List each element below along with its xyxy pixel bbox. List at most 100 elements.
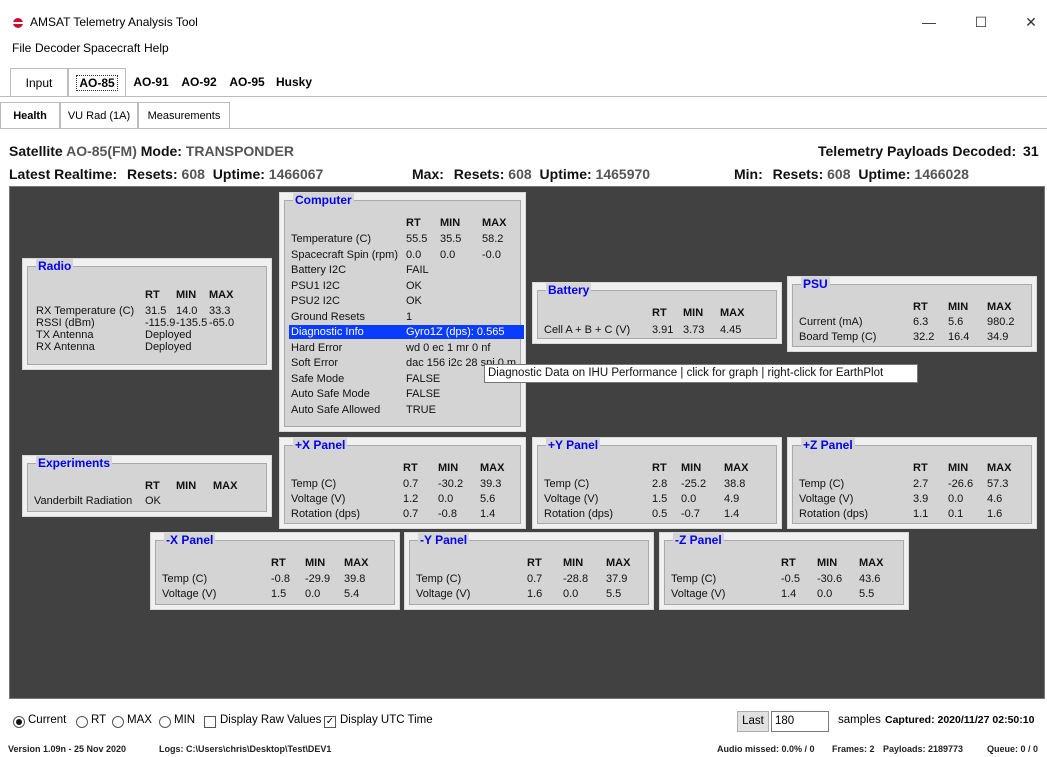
last-button[interactable]: Last — [737, 711, 769, 732]
rt-value[interactable]: FALSE — [406, 388, 440, 400]
tab-measurements[interactable]: Measurements — [138, 102, 230, 128]
rt-value[interactable]: OK — [406, 295, 422, 307]
close-button[interactable]: ✕ — [1016, 10, 1046, 34]
menu-file[interactable]: File — [12, 41, 31, 55]
menu-decoder[interactable]: Decoder — [35, 41, 80, 55]
min-value[interactable]: 3.73 — [683, 324, 704, 336]
rt-value[interactable]: -0.8 — [271, 573, 290, 585]
maximize-button[interactable]: ☐ — [966, 10, 996, 34]
max-value[interactable]: 4.45 — [720, 324, 741, 336]
max-value[interactable]: -0.0 — [482, 249, 501, 261]
rt-value[interactable]: OK — [406, 280, 422, 292]
max-value[interactable]: 1.4 — [480, 508, 495, 520]
rt-value[interactable]: 3.9 — [913, 493, 928, 505]
min-value[interactable]: 0.0 — [817, 588, 832, 600]
samples-input[interactable]: 180 — [771, 711, 829, 732]
min-value[interactable]: 35.5 — [440, 233, 461, 245]
max-value[interactable]: 4.9 — [724, 493, 739, 505]
max-value[interactable]: 4.6 — [987, 493, 1002, 505]
tab-husky[interactable]: Husky — [272, 68, 316, 96]
min-value[interactable]: -28.8 — [563, 573, 588, 585]
max-value[interactable]: 33.3 — [209, 305, 230, 317]
min-value[interactable]: 0.0 — [563, 588, 578, 600]
min-value[interactable]: -30.6 — [817, 573, 842, 585]
display-utc-checkbox[interactable]: ✓ — [324, 716, 336, 728]
min-value[interactable]: 0.1 — [948, 508, 963, 520]
min-value[interactable]: 5.6 — [948, 316, 963, 328]
tab-health[interactable]: Health — [0, 102, 60, 128]
rt-value[interactable]: 32.2 — [913, 331, 934, 343]
min-value[interactable]: -0.8 — [438, 508, 457, 520]
max-value[interactable]: 5.5 — [606, 588, 621, 600]
min-value[interactable]: 14.0 — [176, 305, 197, 317]
tab-vu-rad[interactable]: VU Rad (1A) — [60, 102, 138, 128]
rt-value[interactable]: FAIL — [406, 264, 429, 276]
rt-value[interactable]: 1.5 — [652, 493, 667, 505]
rt-value[interactable]: 2.8 — [652, 478, 667, 490]
rt-value[interactable]: OK — [145, 495, 161, 507]
radio-current[interactable] — [13, 716, 25, 728]
rt-value[interactable]: 55.5 — [406, 233, 427, 245]
tab-ao-85[interactable]: AO-85 — [68, 68, 126, 96]
rt-value[interactable]: Gyro1Z (dps): 0.565 — [406, 326, 504, 338]
max-value[interactable]: 5.4 — [344, 588, 359, 600]
max-value[interactable]: 38.8 — [724, 478, 745, 490]
radio-max[interactable] — [112, 716, 124, 728]
tab-ao-91[interactable]: AO-91 — [128, 68, 174, 96]
max-value[interactable]: 37.9 — [606, 573, 627, 585]
rt-value[interactable]: 1.6 — [527, 588, 542, 600]
rt-value[interactable]: wd 0 ec 1 mr 0 nf — [406, 342, 490, 354]
rt-value[interactable]: 3.91 — [652, 324, 673, 336]
min-value[interactable]: -135.5 — [176, 317, 207, 329]
rt-value[interactable]: 1.2 — [403, 493, 418, 505]
rt-value[interactable]: TRUE — [406, 404, 436, 416]
max-value[interactable]: 5.5 — [859, 588, 874, 600]
min-value[interactable]: 16.4 — [948, 331, 969, 343]
rt-value[interactable]: -115.9 — [145, 317, 175, 329]
max-value[interactable]: 980.2 — [987, 316, 1015, 328]
tab-input[interactable]: Input — [10, 68, 68, 96]
min-value[interactable]: 0.0 — [305, 588, 320, 600]
rt-value[interactable]: 1.5 — [271, 588, 286, 600]
rt-value[interactable]: 1 — [406, 311, 412, 323]
rt-value[interactable]: 1.1 — [913, 508, 928, 520]
rt-value[interactable]: 2.7 — [913, 478, 928, 490]
rt-value[interactable]: 0.7 — [403, 508, 418, 520]
radio-rt[interactable] — [76, 716, 88, 728]
min-value[interactable]: -25.2 — [681, 478, 706, 490]
min-value[interactable]: -26.6 — [948, 478, 973, 490]
max-value[interactable]: -65.0 — [209, 317, 234, 329]
minimize-button[interactable]: — — [914, 10, 944, 34]
max-value[interactable]: 39.3 — [480, 478, 501, 490]
min-value[interactable]: 0.0 — [440, 249, 455, 261]
min-value[interactable]: 0.0 — [948, 493, 963, 505]
min-value[interactable]: -30.2 — [438, 478, 463, 490]
max-value[interactable]: 57.3 — [987, 478, 1008, 490]
min-value[interactable]: 0.0 — [681, 493, 696, 505]
rt-value[interactable]: 0.5 — [652, 508, 667, 520]
rt-value[interactable]: 0.0 — [406, 249, 421, 261]
rt-value[interactable]: 1.4 — [781, 588, 796, 600]
rt-value[interactable]: 0.7 — [527, 573, 542, 585]
min-value[interactable]: -29.9 — [305, 573, 330, 585]
min-value[interactable]: -0.7 — [681, 508, 700, 520]
max-value[interactable]: 58.2 — [482, 233, 503, 245]
max-value[interactable]: 5.6 — [480, 493, 495, 505]
min-value[interactable]: 0.0 — [438, 493, 453, 505]
rt-value[interactable]: -0.5 — [781, 573, 800, 585]
max-value[interactable]: 1.6 — [987, 508, 1002, 520]
rt-value[interactable]: Deployed — [145, 329, 191, 341]
radio-min[interactable] — [159, 716, 171, 728]
max-value[interactable]: 34.9 — [987, 331, 1008, 343]
rt-value[interactable]: 31.5 — [145, 305, 166, 317]
rt-value[interactable]: 6.3 — [913, 316, 928, 328]
rt-value[interactable]: Deployed — [145, 341, 191, 353]
display-raw-checkbox[interactable] — [204, 716, 216, 728]
menu-help[interactable]: Help — [144, 41, 169, 55]
menu-spacecraft[interactable]: Spacecraft — [83, 41, 140, 55]
max-value[interactable]: 1.4 — [724, 508, 739, 520]
tab-ao-95[interactable]: AO-95 — [224, 68, 270, 96]
max-value[interactable]: 39.8 — [344, 573, 365, 585]
tab-ao-92[interactable]: AO-92 — [176, 68, 222, 96]
max-value[interactable]: 43.6 — [859, 573, 880, 585]
